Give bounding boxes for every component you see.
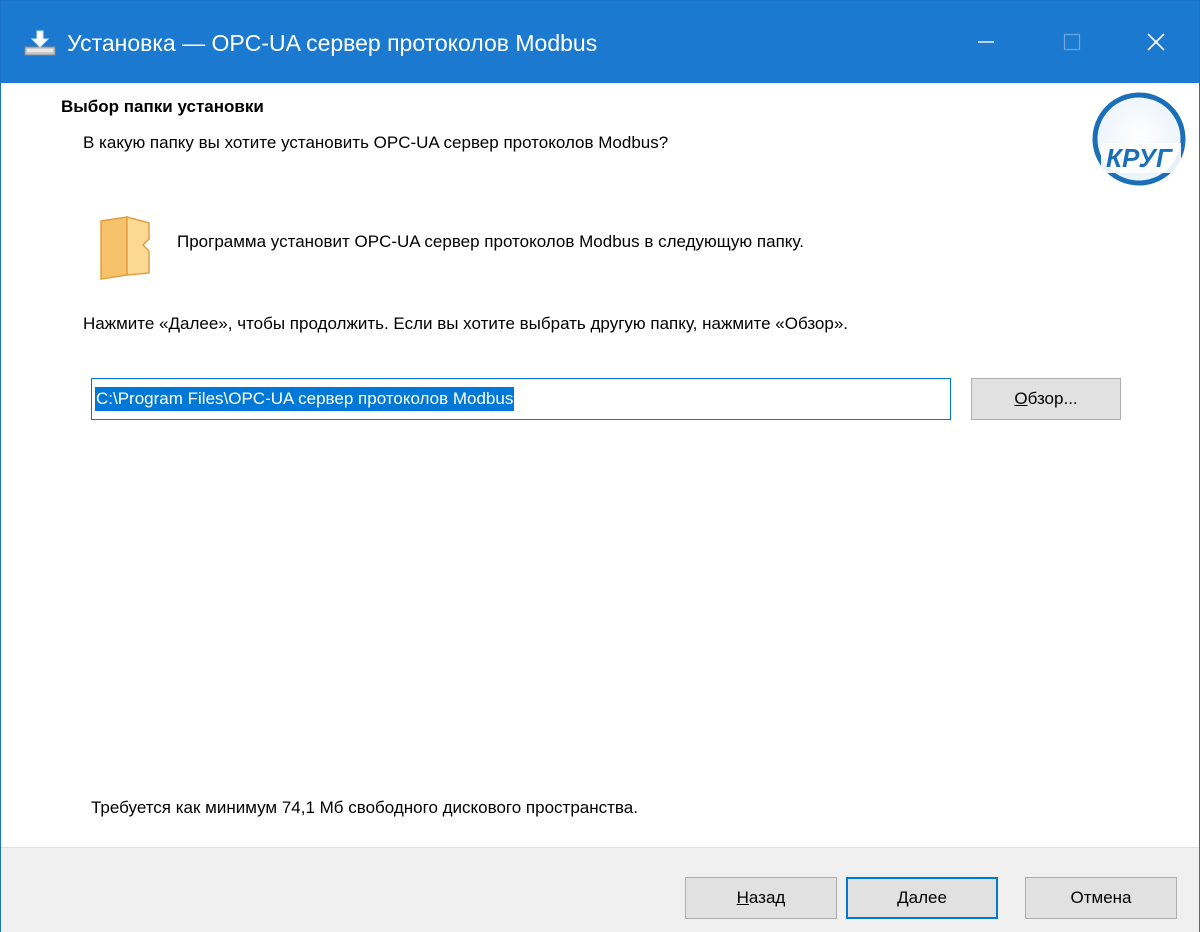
window-title: Установка — OPC-UA сервер протоколов Mod… [67, 30, 598, 56]
back-button[interactable]: Назад [685, 877, 837, 919]
installer-window: Установка — OPC-UA сервер протоколов Mod… [0, 0, 1200, 932]
page-heading: Выбор папки установки [61, 97, 264, 116]
cancel-label: Отмена [1070, 888, 1132, 907]
svg-text:КРУГ: КРУГ [1106, 143, 1173, 173]
close-icon [1147, 33, 1165, 51]
krug-logo: КРУГ [1092, 92, 1186, 186]
page-subheading: В какую папку вы хотите установить OPC-U… [83, 133, 669, 152]
browse-accelerator: О [1014, 389, 1028, 408]
instruction-text: Нажмите «Далее», чтобы продолжить. Если … [83, 314, 849, 333]
install-path-value: C:\Program Files\OPC-UA сервер протоколо… [95, 387, 515, 411]
maximize-icon [1063, 33, 1081, 51]
next-button[interactable]: Далее [846, 877, 998, 919]
minimize-icon [978, 41, 994, 43]
maximize-button[interactable] [1029, 1, 1115, 83]
browse-label: бзор... [1027, 389, 1078, 408]
back-accelerator: Н [736, 888, 749, 907]
next-label: алее [908, 888, 947, 907]
minimize-button[interactable] [943, 1, 1029, 83]
next-accelerator: Д [897, 888, 909, 907]
wizard-footer [1, 847, 1199, 932]
close-button[interactable] [1113, 1, 1199, 83]
cancel-button[interactable]: Отмена [1025, 877, 1177, 919]
browse-button[interactable]: Обзор... [971, 378, 1121, 420]
installer-icon [24, 30, 56, 56]
back-label: азад [748, 888, 786, 907]
folder-icon [100, 216, 150, 280]
disk-space-text: Требуется как минимум 74,1 Мб свободного… [91, 798, 638, 817]
install-path-input[interactable]: C:\Program Files\OPC-UA сервер протоколо… [91, 378, 951, 420]
title-bar[interactable]: Установка — OPC-UA сервер протоколов Mod… [1, 1, 1199, 83]
install-info-text: Программа установит OPC-UA сервер проток… [177, 232, 804, 251]
